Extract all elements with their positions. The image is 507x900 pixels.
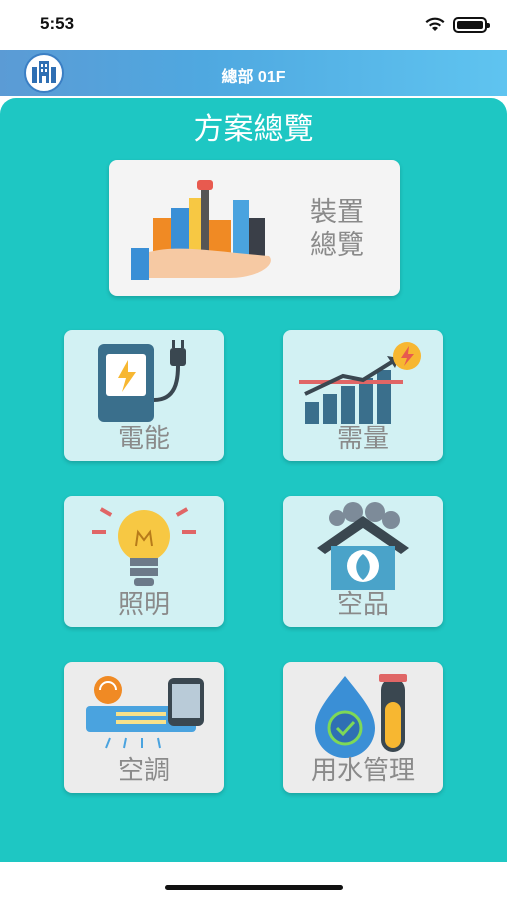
lighting-button[interactable]: 照明 [64, 496, 224, 627]
growth-chart-icon [299, 342, 421, 424]
ev-charger-icon [98, 340, 186, 422]
power-button[interactable]: 電能 [64, 330, 224, 461]
device-overview-label: 裝置 總覽 [302, 196, 372, 262]
hvac-label: 空調 [117, 756, 170, 786]
leaf-house-icon [317, 502, 409, 590]
device-overview-button[interactable]: 裝置 總覽 [109, 160, 400, 296]
hvac-button[interactable]: 空調 [64, 662, 224, 793]
water-management-label: 用水管理 [310, 756, 415, 786]
air-conditioner-icon [86, 676, 204, 749]
city-in-hand-icon [131, 180, 271, 280]
device-overview-label-line1: 裝置 [310, 197, 364, 228]
water-drop-icon [315, 674, 407, 758]
lighting-label: 照明 [117, 590, 170, 620]
home-indicator[interactable] [165, 885, 343, 890]
status-time: 5:53 [40, 14, 75, 33]
wifi-icon [425, 17, 445, 31]
header-title: 總部 01F [221, 69, 286, 86]
air-quality-label: 空品 [336, 590, 389, 620]
demand-label: 需量 [336, 424, 389, 454]
water-management-button[interactable]: 用水管理 [283, 662, 443, 793]
power-label: 電能 [117, 424, 170, 454]
air-quality-button[interactable]: 空品 [283, 496, 443, 627]
page-title: 方案總覽 [193, 112, 314, 147]
battery-icon [453, 17, 490, 33]
demand-button[interactable]: 需量 [283, 330, 443, 461]
light-bulb-icon [92, 507, 196, 586]
footer-bar [0, 862, 507, 900]
status-bar: 5:53 [0, 0, 507, 48]
app-header: 總部 01F [0, 50, 507, 96]
device-overview-label-line2: 總覽 [310, 230, 364, 261]
